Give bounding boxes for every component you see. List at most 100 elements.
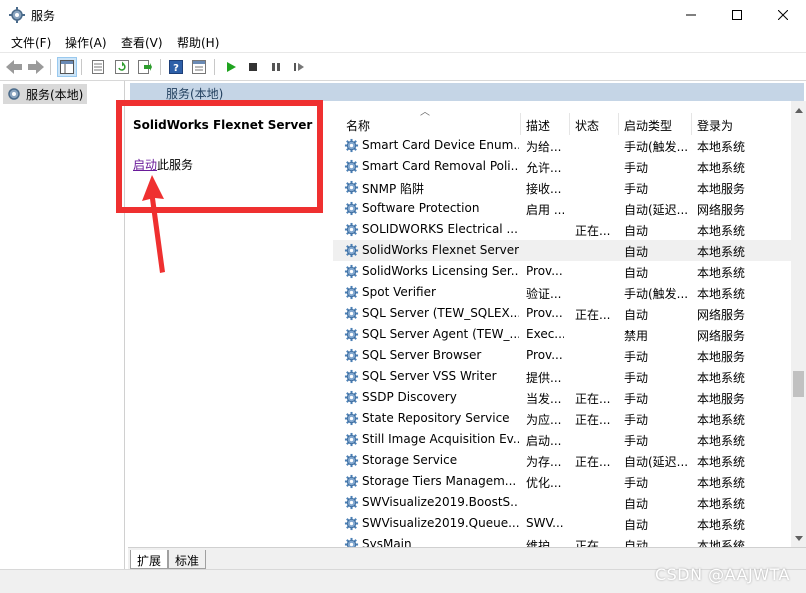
service-gear-icon <box>344 537 359 547</box>
service-name: SSDP Discovery <box>362 390 457 404</box>
maximize-button[interactable] <box>714 0 760 30</box>
service-row[interactable]: State Repository Service 为应... 正在... 手动 本地系统 <box>333 408 791 429</box>
service-gear-icon <box>344 390 359 405</box>
column-header-status[interactable]: 状态 <box>575 117 599 134</box>
service-logon-as: 本地服务 <box>697 392 746 406</box>
stop-service-button[interactable] <box>243 57 263 77</box>
tree-item-services-local[interactable]: 服务(本地) <box>3 84 88 104</box>
service-name: SWVisualize2019.BoostS... <box>362 495 519 509</box>
console-tree-icon <box>60 60 74 74</box>
scroll-up-button[interactable] <box>791 103 806 117</box>
service-row[interactable]: Spot Verifier 验证... 手动(触发... 本地系统 <box>333 282 791 303</box>
forward-icon <box>28 60 44 74</box>
console-tree: 服务(本地) <box>0 81 125 569</box>
service-startup-type: 手动(触发... <box>624 287 689 301</box>
start-service-button[interactable] <box>221 57 241 77</box>
properties-button[interactable] <box>88 57 108 77</box>
column-header-name[interactable]: 名称 <box>346 117 370 134</box>
menu-file[interactable]: 文件(F) <box>11 34 51 51</box>
tab-standard[interactable]: 标准 <box>168 550 207 569</box>
scrollbar-thumb[interactable] <box>793 371 804 397</box>
minimize-button[interactable] <box>668 0 714 30</box>
services-list: ︿ 名称 描述 状态 启动类型 登录为 Smart Card Device En… <box>333 101 791 547</box>
close-button[interactable] <box>760 0 806 30</box>
service-description: 为给... <box>526 140 562 154</box>
toolbar: ? <box>0 52 806 81</box>
pause-service-button[interactable] <box>266 57 286 77</box>
service-startup-type: 禁用 <box>624 329 649 343</box>
service-logon-as: 本地系统 <box>697 476 746 490</box>
scroll-down-button[interactable] <box>791 531 806 545</box>
service-row[interactable]: SolidWorks Flexnet Server 自动 本地系统 <box>333 240 791 261</box>
service-row[interactable]: Smart Card Device Enum... 为给... 手动(触发... 本地… <box>333 135 791 156</box>
tab-extended[interactable]: 扩展 <box>130 550 169 569</box>
export-button[interactable] <box>135 57 155 77</box>
menu-action[interactable]: 操作(A) <box>65 34 107 51</box>
service-startup-type: 自动(延迟... <box>624 455 689 469</box>
column-header-startup-type[interactable]: 启动类型 <box>624 117 672 134</box>
service-row[interactable]: Storage Tiers Managem... 优化... 手动 本地系统 <box>333 471 791 492</box>
view-button[interactable] <box>189 57 209 77</box>
scroll-down-icon <box>794 535 803 541</box>
service-logon-as: 本地系统 <box>697 161 746 175</box>
help-button[interactable]: ? <box>166 57 186 77</box>
service-startup-type: 自动 <box>624 539 649 547</box>
service-description: 为存... <box>526 455 562 469</box>
service-logon-as: 网络服务 <box>697 203 746 217</box>
pane-header: 服务(本地) <box>130 83 804 101</box>
service-name: State Repository Service <box>362 411 510 425</box>
service-row[interactable]: Still Image Acquisition Ev... 启动... 手动 本地系统 <box>333 429 791 450</box>
service-logon-as: 本地系统 <box>697 140 746 154</box>
properties-icon <box>92 60 104 74</box>
service-row[interactable]: SOLIDWORKS Electrical ... 正在... 自动 本地系统 <box>333 219 791 240</box>
service-row[interactable]: Storage Service 为存... 正在... 自动(延迟... 本地系统 <box>333 450 791 471</box>
service-row[interactable]: SQL Server Agent (TEW_... Exec... 禁用 网络服务 <box>333 324 791 345</box>
service-startup-type: 手动 <box>624 371 649 385</box>
forward-button[interactable] <box>26 57 46 77</box>
resume-service-button[interactable] <box>289 57 309 77</box>
title-bar: 服务 <box>0 0 806 30</box>
service-row[interactable]: Software Protection 启用 ... 自动(延迟... 网络服务 <box>333 198 791 219</box>
service-description: 启动... <box>526 434 562 448</box>
column-divider[interactable] <box>618 113 619 135</box>
service-row[interactable]: SNMP 陷阱 接收... 手动 本地服务 <box>333 177 791 198</box>
view-icon <box>192 60 206 74</box>
service-row[interactable]: SolidWorks Licensing Ser... Prov... 自动 本地系统 <box>333 261 791 282</box>
service-gear-icon <box>344 474 359 489</box>
service-logon-as: 本地系统 <box>697 371 746 385</box>
menu-help[interactable]: 帮助(H) <box>177 34 219 51</box>
column-divider[interactable] <box>691 113 692 135</box>
column-divider[interactable] <box>569 113 570 135</box>
vertical-scrollbar[interactable] <box>791 101 806 547</box>
service-startup-type: 自动 <box>624 497 649 511</box>
tree-item-label: 服务(本地) <box>26 87 84 102</box>
service-status: 正在... <box>575 392 611 406</box>
service-row[interactable]: SysMain 维护... 正在... 自动 本地系统 <box>333 534 791 547</box>
column-divider[interactable] <box>520 113 521 135</box>
service-row[interactable]: SSDP Discovery 当发... 正在... 手动 本地服务 <box>333 387 791 408</box>
service-gear-icon <box>344 180 359 195</box>
toolbar-separator <box>81 59 82 75</box>
service-startup-type: 手动 <box>624 476 649 490</box>
console-tree-button[interactable] <box>57 57 77 77</box>
column-header-description[interactable]: 描述 <box>526 117 550 134</box>
services-gear-icon <box>9 7 25 23</box>
service-row[interactable]: SQL Server Browser Prov... 手动 本地服务 <box>333 345 791 366</box>
service-row[interactable]: SWVisualize2019.BoostS... 自动 本地系统 <box>333 492 791 513</box>
service-row[interactable]: SQL Server (TEW_SQLEX... Prov... 正在... 自动 网络… <box>333 303 791 324</box>
service-name: SolidWorks Licensing Ser... <box>362 264 519 278</box>
column-header-logon-as[interactable]: 登录为 <box>697 117 733 134</box>
service-startup-type: 自动 <box>624 518 649 532</box>
back-button[interactable] <box>4 57 24 77</box>
service-row[interactable]: SQL Server VSS Writer 提供... 手动 本地系统 <box>333 366 791 387</box>
service-description: 允许... <box>526 161 562 175</box>
service-gear-icon <box>344 411 359 426</box>
refresh-button[interactable] <box>112 57 132 77</box>
service-name: Spot Verifier <box>362 285 436 299</box>
service-row[interactable]: SWVisualize2019.Queue... SWV... 自动 本地系统 <box>333 513 791 534</box>
back-icon <box>6 60 22 74</box>
menu-view[interactable]: 查看(V) <box>121 34 163 51</box>
service-row[interactable]: Smart Card Removal Poli... 允许... 手动 本地系统 <box>333 156 791 177</box>
service-description: 维护... <box>526 539 562 547</box>
minimize-icon <box>686 14 696 16</box>
